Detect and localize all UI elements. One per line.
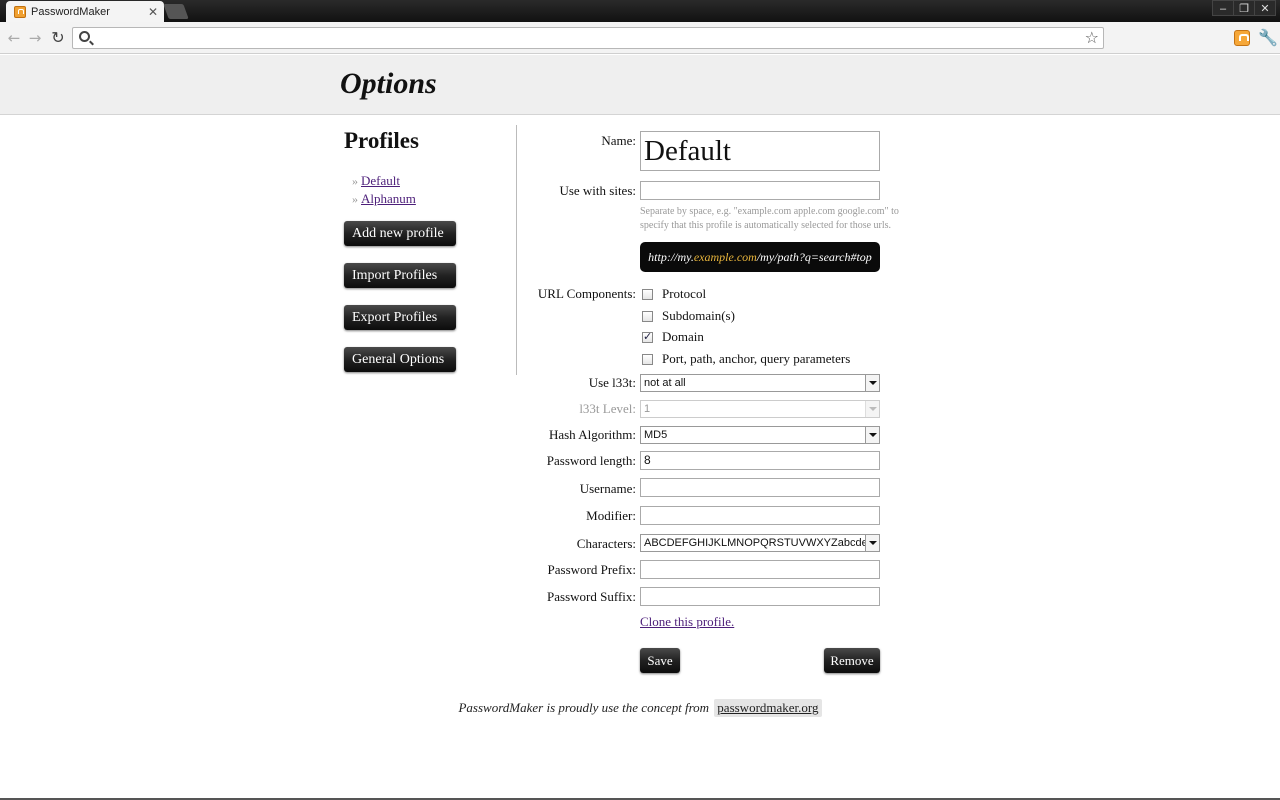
port-path-checkbox[interactable] [642,353,653,365]
characters-select[interactable]: ABCDEFGHIJKLMNOPQRSTUVWXYZabcdefghijklmn… [640,534,880,552]
port-path-label: Port, path, anchor, query parameters [662,351,851,366]
profile-link-alphanum[interactable]: Alphanum [361,191,416,206]
passwordmaker-org-link[interactable]: passwordmaker.org [714,699,822,717]
url-component-port-path[interactable]: Port, path, anchor, query parameters [642,351,850,367]
profile-link-default[interactable]: Default [361,173,400,188]
username-label: Username: [579,481,636,496]
characters-value: ABCDEFGHIJKLMNOPQRSTUVWXYZabcdefghijklmn… [644,537,880,549]
url-component-protocol[interactable]: Protocol [642,286,706,302]
url-component-subdomain[interactable]: Subdomain(s) [642,308,735,324]
chevron-down-icon [865,375,879,391]
minimize-icon[interactable]: – [1212,0,1234,16]
close-window-icon[interactable]: ✕ [1254,0,1276,16]
domain-checkbox[interactable] [642,330,653,343]
password-prefix-label: Password Prefix: [547,562,636,577]
chevron-down-icon [865,427,879,443]
footer-text: PasswordMaker is proudly use the concept… [458,700,710,715]
use-with-sites-label: Use with sites: [559,183,636,198]
clone-profile-link[interactable]: Clone this profile. [640,614,734,630]
reload-icon[interactable]: ↻ [48,28,68,48]
forward-arrow-icon[interactable]: → [25,28,45,48]
back-arrow-icon[interactable]: ← [4,28,24,48]
import-profiles-button[interactable]: Import Profiles [344,263,456,288]
url-example: http://my.example.com/my/path?q=search#t… [640,242,880,272]
domain-label: Domain [662,329,704,344]
address-bar[interactable]: ☆ [72,27,1104,49]
chevron-down-icon [865,535,879,551]
list-item: » Alphanum [352,190,416,208]
window-controls: – ❐ ✕ [1212,0,1276,16]
url-component-domain[interactable]: Domain [642,329,704,345]
password-suffix-input[interactable] [640,587,880,606]
search-icon [79,31,90,42]
sidebar-divider [516,125,517,375]
browser-tab[interactable]: PasswordMaker ✕ [6,1,164,22]
passwordmaker-favicon-icon [14,5,26,18]
use-with-sites-input[interactable] [640,181,880,200]
footer: PasswordMaker is proudly use the concept… [0,699,1280,717]
use-l33t-label: Use l33t: [588,375,636,390]
browser-toolbar: ← → ↻ ☆ [0,22,1280,54]
hash-algorithm-label: Hash Algorithm: [548,427,636,442]
browser-titlebar: PasswordMaker ✕ – ❐ ✕ [0,0,1280,22]
modifier-label: Modifier: [586,508,636,523]
passwordmaker-extension-icon[interactable] [1234,30,1250,46]
password-prefix-input[interactable] [640,560,880,579]
list-item: » Default [352,172,416,190]
password-length-label: Password length: [546,453,636,468]
url-components-label: URL Components: [537,286,636,301]
subdomain-label: Subdomain(s) [662,308,735,323]
subdomain-checkbox[interactable] [642,310,653,322]
use-l33t-value: not at all [644,377,686,389]
l33t-level-select: 1 [640,400,880,418]
bullet-icon: » [352,192,358,206]
protocol-checkbox[interactable] [642,288,653,300]
hash-algorithm-select[interactable]: MD5 [640,426,880,444]
password-suffix-label: Password Suffix: [547,589,636,604]
modifier-input[interactable] [640,506,880,525]
remove-button[interactable]: Remove [824,648,880,673]
chevron-down-icon [865,401,879,417]
add-new-profile-button[interactable]: Add new profile [344,221,456,246]
general-options-button[interactable]: General Options [344,347,456,372]
protocol-label: Protocol [662,286,707,301]
password-length-input[interactable]: 8 [640,451,880,470]
l33t-level-label: l33t Level: [579,401,636,416]
hash-algorithm-value: MD5 [644,429,668,441]
url-example-domain: example.com [693,250,757,264]
profiles-heading: Profiles [344,128,419,153]
characters-label: Characters: [576,536,636,551]
bookmark-star-icon[interactable]: ☆ [1085,28,1099,48]
wrench-icon[interactable]: 🔧 [1258,28,1278,47]
url-example-suffix: /my/path?q=search#top [756,250,872,264]
sites-hint: Separate by space, e.g. "example.com app… [640,206,899,231]
profile-list: » Default » Alphanum [352,172,416,208]
page-title: Options [340,67,437,100]
page-header: Options [0,55,1280,115]
close-tab-icon[interactable]: ✕ [146,5,160,19]
name-label: Name: [601,133,636,148]
l33t-level-value: 1 [644,403,651,415]
maximize-icon[interactable]: ❐ [1233,0,1255,16]
tab-title: PasswordMaker [31,5,110,18]
save-button[interactable]: Save [640,648,680,673]
new-tab-button[interactable] [163,4,189,19]
name-input[interactable]: Default [640,131,880,171]
use-l33t-select[interactable]: not at all [640,374,880,392]
export-profiles-button[interactable]: Export Profiles [344,305,456,330]
url-example-prefix: http://my. [648,250,694,264]
bullet-icon: » [352,174,358,188]
username-input[interactable] [640,478,880,497]
